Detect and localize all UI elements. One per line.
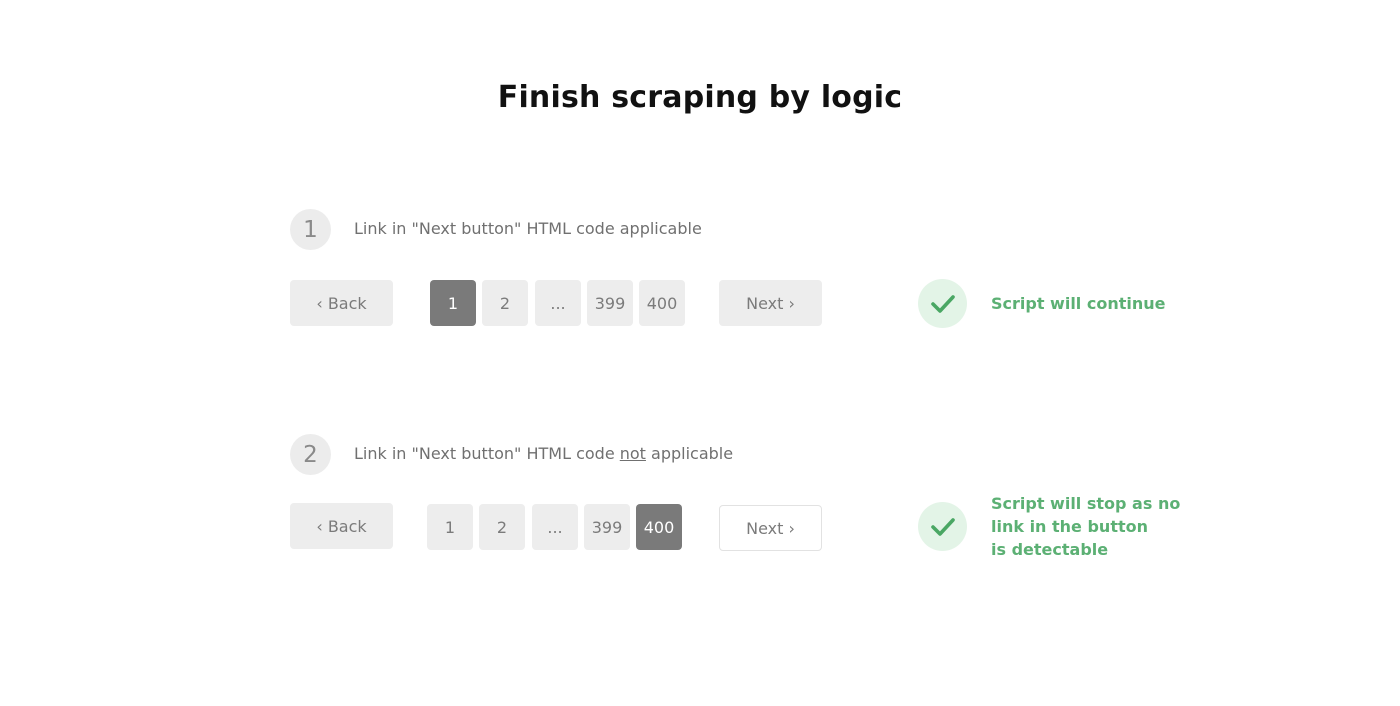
step-2-result-text: Script will stop as no link in the butto…: [991, 492, 1180, 561]
step-2-page-ellipsis: ...: [532, 504, 578, 550]
step-2-result-line: Script will stop as no: [991, 494, 1181, 513]
step-2-checkmark-icon: [918, 502, 967, 551]
step-2-page-2-button[interactable]: 2: [479, 504, 525, 550]
step-1-page-1-button[interactable]: 1: [430, 280, 476, 326]
step-2-page-399-button[interactable]: 399: [584, 504, 630, 550]
step-1-description: Link in "Next button" HTML code applicab…: [354, 219, 702, 238]
step-2-text-emphasis: not: [619, 444, 646, 463]
step-1-page-2-button[interactable]: 2: [482, 280, 528, 326]
step-1-back-button[interactable]: ‹ Back: [290, 280, 393, 326]
step-2-text-before: Link in "Next button" HTML code: [354, 444, 620, 463]
step-2-back-button[interactable]: ‹ Back: [290, 503, 393, 549]
step-1-page-400-button[interactable]: 400: [639, 280, 685, 326]
step-2-page-400-button[interactable]: 400: [636, 504, 682, 550]
step-1-result-text: Script will continue: [991, 292, 1166, 315]
step-2-number: 2: [290, 434, 331, 475]
step-1-page-399-button[interactable]: 399: [587, 280, 633, 326]
step-2-next-button[interactable]: Next ›: [719, 505, 822, 551]
step-1-result-line: Script will continue: [991, 294, 1166, 313]
step-1-next-button[interactable]: Next ›: [719, 280, 822, 326]
step-1-checkmark-icon: [918, 279, 967, 328]
step-2-result-line: link in the button: [991, 517, 1148, 536]
step-2-page-1-button[interactable]: 1: [427, 504, 473, 550]
step-1-text-before: Link in "Next button" HTML code applicab…: [354, 219, 702, 238]
page-title: Finish scraping by logic: [497, 80, 903, 115]
step-1-number: 1: [290, 209, 331, 250]
step-1-page-ellipsis: ...: [535, 280, 581, 326]
step-2-result-line: is detectable: [991, 540, 1109, 559]
step-2-description: Link in "Next button" HTML code not appl…: [354, 444, 733, 463]
step-2-text-after: applicable: [645, 444, 734, 463]
